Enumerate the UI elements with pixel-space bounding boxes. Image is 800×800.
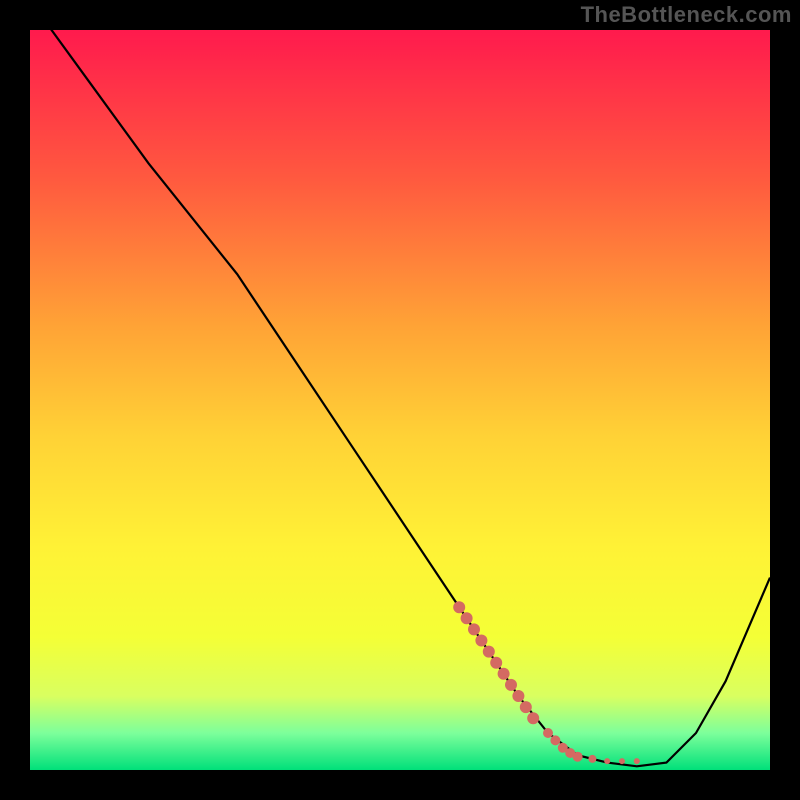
- highlight-dot: [634, 758, 640, 764]
- highlight-dot: [468, 623, 480, 635]
- highlight-dot: [573, 752, 583, 762]
- plot-area: [30, 30, 770, 770]
- highlight-dot: [453, 601, 465, 613]
- highlight-dot: [505, 679, 517, 691]
- highlight-dot: [527, 712, 539, 724]
- highlight-dot: [588, 755, 596, 763]
- watermark-text: TheBottleneck.com: [581, 2, 792, 28]
- chart-svg: [30, 30, 770, 770]
- highlight-dot: [604, 758, 610, 764]
- highlight-dot: [461, 612, 473, 624]
- highlight-dot: [475, 635, 487, 647]
- highlight-dot: [619, 758, 625, 764]
- highlight-dot: [512, 690, 524, 702]
- highlight-dot: [550, 735, 560, 745]
- highlight-dot: [498, 668, 510, 680]
- chart-container: TheBottleneck.com: [0, 0, 800, 800]
- highlight-dot: [520, 701, 532, 713]
- highlight-dot: [490, 657, 502, 669]
- gradient-background: [30, 30, 770, 770]
- highlight-dot: [483, 646, 495, 658]
- highlight-dot: [543, 728, 553, 738]
